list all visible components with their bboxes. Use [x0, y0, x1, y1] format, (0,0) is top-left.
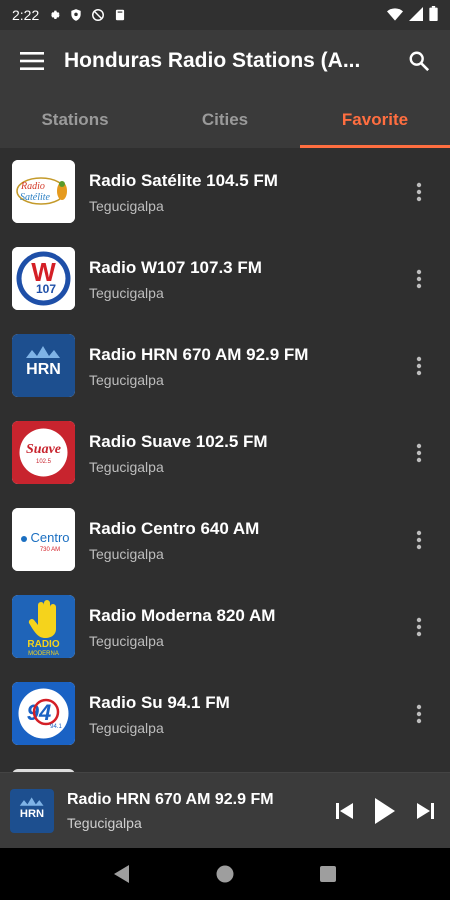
hamburger-menu-icon[interactable] [0, 30, 64, 92]
tab-cities[interactable]: Cities [150, 92, 300, 148]
mini-player[interactable]: HRN Radio HRN 670 AM 92.9 FM Tegucigalpa [0, 772, 450, 848]
svg-text:730 AM: 730 AM [40, 547, 60, 553]
station-name: Radio Moderna 820 AM [89, 605, 276, 625]
station-row-hrn[interactable]: HRN Radio HRN 670 AM 92.9 FM Tegucigalpa [0, 322, 450, 409]
battery-icon [429, 6, 438, 24]
station-name: Radio Suave 102.5 FM [89, 431, 268, 451]
station-row-moderna[interactable]: RADIO MODERNA Radio Moderna 820 AM Teguc… [0, 583, 450, 670]
svg-text:Radio: Radio [20, 181, 45, 192]
station-name: Radio W107 107.3 FM [89, 257, 262, 277]
clipboard-icon [113, 8, 127, 22]
station-name: Radio Centro 640 AM [89, 518, 260, 538]
status-bar: 2:22 [0, 0, 450, 30]
station-list: Radio Satélite Radio Satélite 104.5 FM T… [0, 148, 450, 772]
svg-text:MODERNA: MODERNA [28, 651, 59, 657]
player-subtitle: Tegucigalpa [67, 814, 142, 831]
more-vert-icon[interactable] [399, 520, 439, 560]
svg-text:Suave: Suave [26, 442, 61, 457]
back-icon[interactable] [102, 854, 142, 894]
station-row-satelite[interactable]: Radio Satélite Radio Satélite 104.5 FM T… [0, 148, 450, 235]
station-row-centro[interactable]: Centro 730 AM Radio Centro 640 AM Teguci… [0, 496, 450, 583]
status-time: 2:22 [12, 7, 40, 23]
player-title: Radio HRN 670 AM 92.9 FM [67, 790, 274, 808]
shield-icon [69, 8, 83, 22]
station-logo-centro: Centro 730 AM [12, 508, 75, 571]
svg-text:RADIO: RADIO [27, 639, 59, 650]
recents-icon[interactable] [308, 854, 348, 894]
station-logo-moderna: RADIO MODERNA [12, 595, 75, 658]
station-city: Tegucigalpa [89, 197, 164, 214]
station-row-su[interactable]: 94 94.1 Radio Su 94.1 FM Tegucigalpa [0, 670, 450, 757]
station-logo-satelite: Radio Satélite [12, 160, 75, 223]
tab-stations[interactable]: Stations [0, 92, 150, 148]
station-row-w107[interactable]: W 107 Radio W107 107.3 FM Tegucigalpa [0, 235, 450, 322]
signal-icon [409, 6, 423, 24]
station-city: Tegucigalpa [89, 719, 164, 736]
gear-icon [47, 8, 61, 22]
wifi-icon [387, 7, 403, 24]
app-bar: Honduras Radio Stations (A... [0, 30, 450, 92]
svg-text:Satélite: Satélite [20, 192, 51, 203]
svg-text:HRN: HRN [26, 361, 61, 378]
station-logo-suave: Suave 102.5 [12, 421, 75, 484]
svg-text:Centro: Centro [30, 530, 69, 545]
station-city: Tegucigalpa [89, 458, 164, 475]
more-vert-icon[interactable] [399, 172, 439, 212]
skip-next-icon[interactable] [410, 793, 440, 829]
home-icon[interactable] [205, 854, 245, 894]
station-row-partial[interactable] [0, 757, 450, 772]
station-name: Radio Satélite 104.5 FM [89, 170, 278, 190]
app-title: Honduras Radio Stations (A... [64, 49, 361, 72]
station-city: Tegucigalpa [89, 545, 164, 562]
station-name: Radio Su 94.1 FM [89, 692, 230, 712]
play-icon[interactable] [370, 793, 400, 829]
no-sync-icon [91, 8, 105, 22]
station-name: Radio HRN 670 AM 92.9 FM [89, 344, 309, 364]
more-vert-icon[interactable] [399, 694, 439, 734]
svg-text:HRN: HRN [20, 807, 44, 819]
tab-favorite[interactable]: Favorite [300, 92, 450, 148]
station-logo-su: 94 94.1 [12, 682, 75, 745]
station-logo-hrn: HRN [12, 334, 75, 397]
more-vert-icon[interactable] [399, 607, 439, 647]
system-nav-bar [0, 848, 450, 900]
station-city: Tegucigalpa [89, 371, 164, 388]
station-city: Tegucigalpa [89, 632, 164, 649]
more-vert-icon[interactable] [399, 346, 439, 386]
tab-bar: Stations Cities Favorite [0, 92, 450, 148]
skip-previous-icon[interactable] [330, 793, 360, 829]
more-vert-icon[interactable] [399, 259, 439, 299]
station-city: Tegucigalpa [89, 284, 164, 301]
station-logo-w107: W 107 [12, 247, 75, 310]
more-vert-icon[interactable] [399, 433, 439, 473]
search-icon[interactable] [388, 30, 450, 92]
station-row-suave[interactable]: Suave 102.5 Radio Suave 102.5 FM Tegucig… [0, 409, 450, 496]
svg-text:94.1: 94.1 [50, 724, 62, 730]
svg-text:107: 107 [36, 282, 56, 296]
svg-text:102.5: 102.5 [36, 459, 52, 465]
player-logo: HRN [10, 788, 54, 833]
